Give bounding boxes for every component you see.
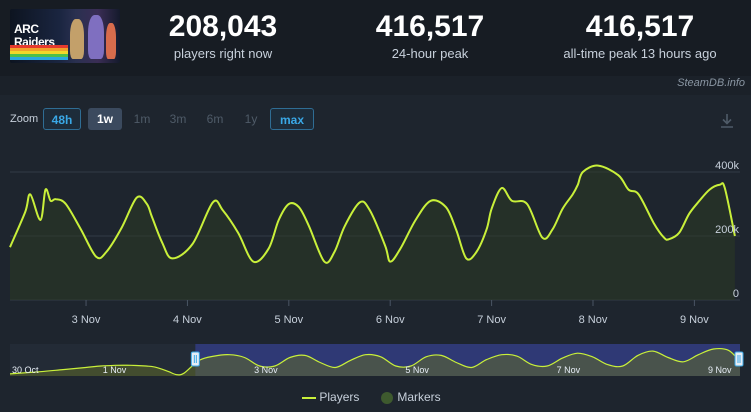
legend-line-symbol (302, 396, 316, 399)
navigator-tick-label: 5 Nov (405, 365, 429, 375)
legend-item-players[interactable]: Players (302, 390, 359, 404)
navigator[interactable]: 30 Oct 1 Nov 3 Nov 5 Nov 7 Nov 9 Nov (0, 0, 751, 390)
legend-label: Players (319, 390, 360, 404)
navigator-tick-label: 9 Nov (708, 365, 732, 375)
navigator-tick-label: 3 Nov (254, 365, 278, 375)
legend-circle-symbol (381, 391, 393, 404)
range-handle-icon[interactable] (190, 351, 200, 367)
navigator-tick-label: 30 Oct (12, 365, 39, 375)
navigator-tick-label: 7 Nov (557, 365, 581, 375)
navigator-tick-label: 1 Nov (103, 365, 127, 375)
legend: Players Markers (0, 388, 751, 408)
legend-item-markers[interactable]: Markers (380, 390, 441, 404)
legend-label: Markers (397, 390, 441, 404)
range-handle-icon[interactable] (734, 351, 744, 367)
